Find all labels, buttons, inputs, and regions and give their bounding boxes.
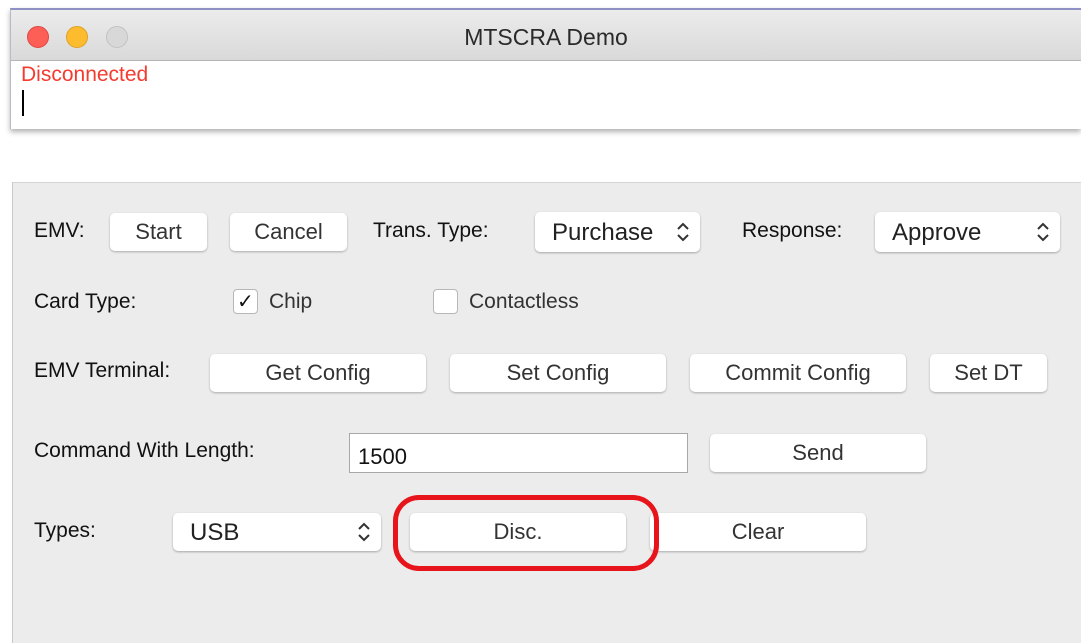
emv-terminal-label: EMV Terminal:	[34, 359, 171, 382]
updown-chevron-icon	[358, 522, 370, 542]
updown-chevron-icon	[1037, 222, 1049, 242]
highlight-annotation	[393, 495, 659, 571]
contactless-label: Contactless	[469, 290, 579, 313]
window-title: MTSCRA Demo	[464, 24, 628, 50]
clear-button[interactable]: Clear	[650, 513, 866, 551]
set-dt-button[interactable]: Set DT	[930, 354, 1047, 392]
set-config-button[interactable]: Set Config	[450, 354, 666, 392]
types-label: Types:	[34, 519, 96, 542]
trans-type-value: Purchase	[552, 219, 654, 246]
trans-type-label: Trans. Type:	[373, 219, 489, 242]
emv-label: EMV:	[34, 219, 85, 242]
response-label: Response:	[742, 219, 843, 242]
send-button[interactable]: Send	[710, 434, 926, 472]
updown-chevron-icon	[677, 222, 689, 242]
emv-cancel-button[interactable]: Cancel	[230, 213, 347, 251]
get-config-button[interactable]: Get Config	[210, 354, 426, 392]
chip-label: Chip	[269, 290, 313, 313]
types-select[interactable]: USB	[173, 513, 381, 551]
command-length-input[interactable]: 1500	[349, 433, 688, 473]
response-value: Approve	[892, 219, 982, 246]
checkmark-icon: ✓	[237, 291, 254, 313]
emv-start-button[interactable]: Start	[110, 213, 207, 251]
connection-status: Disconnected	[21, 63, 149, 86]
text-cursor	[22, 90, 24, 116]
controls-panel: EMV: Start Cancel Trans. Type: Purchase …	[12, 182, 1081, 643]
commit-config-button[interactable]: Commit Config	[690, 354, 906, 392]
card-type-label: Card Type:	[34, 290, 137, 313]
main-window: MTSCRA Demo Disconnected	[10, 8, 1081, 129]
chip-checkbox[interactable]: ✓	[233, 289, 258, 314]
contactless-checkbox[interactable]	[433, 289, 458, 314]
response-select[interactable]: Approve	[875, 212, 1060, 252]
types-value: USB	[190, 519, 240, 546]
command-with-length-label: Command With Length:	[34, 439, 255, 462]
trans-type-select[interactable]: Purchase	[535, 212, 700, 252]
title-bar[interactable]: MTSCRA Demo	[11, 10, 1081, 61]
command-length-value: 1500	[358, 444, 407, 469]
